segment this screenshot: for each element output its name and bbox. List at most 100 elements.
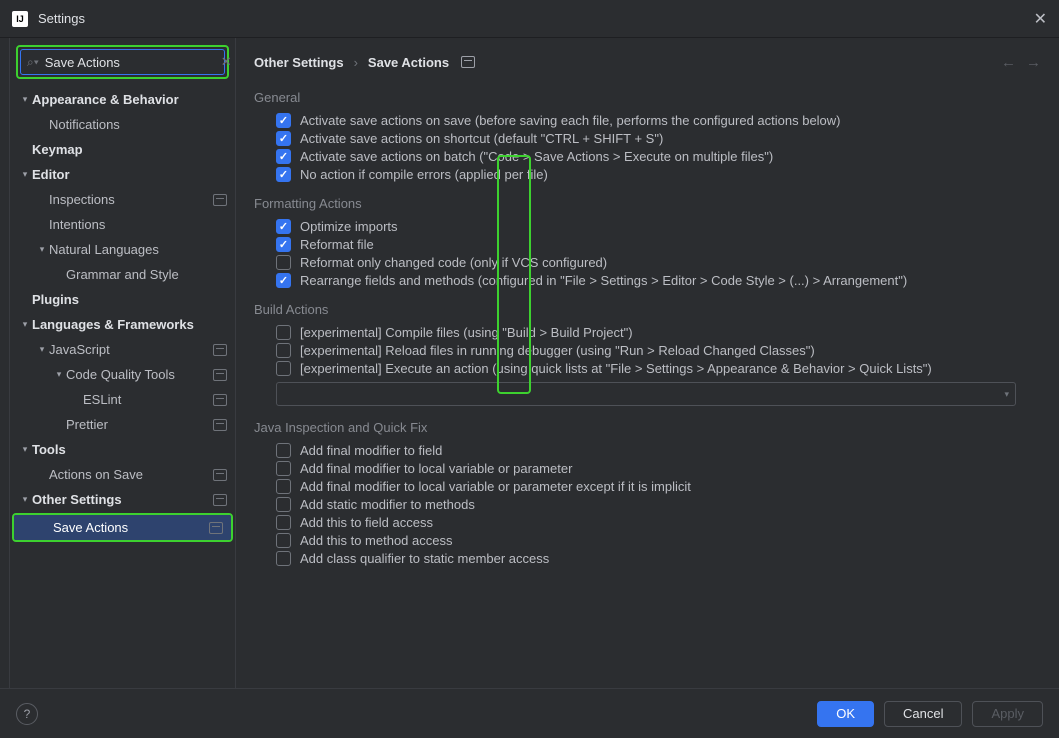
checkbox[interactable]	[276, 361, 291, 376]
checkbox[interactable]	[276, 497, 291, 512]
content-panel: Other Settings › Save Actions ← → Genera…	[236, 38, 1059, 688]
project-scope-icon	[209, 522, 223, 534]
tree-item[interactable]: ESLint	[10, 387, 235, 412]
option-row: Add this to field access	[254, 515, 1041, 530]
option-label: Add final modifier to local variable or …	[300, 479, 691, 494]
checkbox[interactable]	[276, 551, 291, 566]
tree-item-label: Save Actions	[53, 520, 205, 535]
help-button[interactable]: ?	[16, 703, 38, 725]
section-header: Build Actions	[254, 302, 1041, 317]
tree-item[interactable]: Save Actions	[14, 515, 231, 540]
tree-item[interactable]: Inspections	[10, 187, 235, 212]
tree-item[interactable]: Grammar and Style	[10, 262, 235, 287]
chevron-down-icon[interactable]: ▾	[18, 494, 32, 505]
breadcrumb-leaf: Save Actions	[368, 55, 449, 70]
option-label: Reformat file	[300, 237, 374, 252]
tree-item[interactable]: Prettier	[10, 412, 235, 437]
checkbox[interactable]	[276, 167, 291, 182]
checkbox[interactable]	[276, 443, 291, 458]
search-input[interactable]	[45, 55, 221, 70]
option-label: Add this to field access	[300, 515, 433, 530]
option-label: Add this to method access	[300, 533, 452, 548]
tree-item[interactable]: ▾Natural Languages	[10, 237, 235, 262]
tree-item[interactable]: ▾Tools	[10, 437, 235, 462]
tree-item[interactable]: Actions on Save	[10, 462, 235, 487]
settings-search[interactable]: ⌕▾ ✕	[20, 49, 225, 75]
cancel-button[interactable]: Cancel	[884, 701, 962, 727]
option-label: Add class qualifier to static member acc…	[300, 551, 549, 566]
option-label: Rearrange fields and methods (configured…	[300, 273, 907, 288]
sidebar: ⌕▾ ✕ ▾Appearance & BehaviorNotifications…	[10, 38, 236, 688]
breadcrumb-root[interactable]: Other Settings	[254, 55, 344, 70]
option-label: No action if compile errors (applied per…	[300, 167, 548, 182]
option-label: Activate save actions on shortcut (defau…	[300, 131, 663, 146]
project-scope-icon	[213, 369, 227, 381]
chevron-down-icon[interactable]: ▾	[18, 169, 32, 180]
clear-search-icon[interactable]: ✕	[221, 54, 232, 70]
tree-item[interactable]: Intentions	[10, 212, 235, 237]
checkbox[interactable]	[276, 219, 291, 234]
left-gutter	[0, 38, 10, 688]
tree-item[interactable]: Notifications	[10, 112, 235, 137]
checkbox[interactable]	[276, 131, 291, 146]
settings-tree: ▾Appearance & BehaviorNotifications Keyma…	[10, 85, 235, 688]
option-row: Optimize imports	[254, 219, 1041, 234]
window-title: Settings	[38, 11, 85, 26]
apply-button[interactable]: Apply	[972, 701, 1043, 727]
tree-item[interactable]: ▾Other Settings	[10, 487, 235, 512]
titlebar: IJ Settings ✕	[0, 0, 1059, 38]
search-icon: ⌕▾	[27, 55, 39, 70]
back-icon[interactable]: ←	[1001, 54, 1016, 71]
checkbox[interactable]	[276, 479, 291, 494]
forward-icon[interactable]: →	[1026, 54, 1041, 71]
chevron-down-icon[interactable]: ▾	[35, 344, 49, 355]
tree-item[interactable]: ▾Code Quality Tools	[10, 362, 235, 387]
tree-item-label: Prettier	[66, 417, 209, 432]
checkbox[interactable]	[276, 255, 291, 270]
checkbox[interactable]	[276, 113, 291, 128]
option-row: Activate save actions on save (before sa…	[254, 113, 1041, 128]
selected-highlight-box: Save Actions	[12, 513, 233, 542]
option-label: [experimental] Reload files in running d…	[300, 343, 815, 358]
checkbox[interactable]	[276, 461, 291, 476]
tree-item[interactable]: ▾JavaScript	[10, 337, 235, 362]
option-row: [experimental] Execute an action (using …	[254, 361, 1041, 376]
tree-item[interactable]: ▾Languages & Frameworks	[10, 312, 235, 337]
section-header: Formatting Actions	[254, 196, 1041, 211]
option-row: Activate save actions on batch ("Code > …	[254, 149, 1041, 164]
breadcrumb: Other Settings › Save Actions ← →	[236, 38, 1059, 86]
chevron-down-icon[interactable]: ▾	[35, 244, 49, 255]
checkbox[interactable]	[276, 237, 291, 252]
ok-button[interactable]: OK	[817, 701, 874, 727]
chevron-down-icon[interactable]: ▾	[18, 319, 32, 330]
tree-item[interactable]: ▾Appearance & Behavior	[10, 87, 235, 112]
chevron-down-icon[interactable]: ▾	[18, 94, 32, 105]
option-label: Add final modifier to local variable or …	[300, 461, 572, 476]
chevron-down-icon[interactable]: ▾	[18, 444, 32, 455]
checkbox[interactable]	[276, 515, 291, 530]
option-row: Add static modifier to methods	[254, 497, 1041, 512]
checkbox[interactable]	[276, 149, 291, 164]
chevron-down-icon[interactable]: ▾	[52, 369, 66, 380]
checkbox[interactable]	[276, 533, 291, 548]
project-scope-icon	[213, 394, 227, 406]
tree-item-label: Natural Languages	[49, 242, 227, 257]
option-label: [experimental] Execute an action (using …	[300, 361, 932, 376]
checkbox[interactable]	[276, 325, 291, 340]
option-label: Activate save actions on save (before sa…	[300, 113, 841, 128]
settings-scroll[interactable]: GeneralActivate save actions on save (be…	[236, 86, 1059, 688]
tree-item-label: Editor	[32, 167, 227, 182]
action-combobox[interactable]: ▾	[276, 382, 1016, 406]
project-scope-icon	[213, 344, 227, 356]
app-icon: IJ	[12, 11, 28, 27]
tree-item[interactable]: Plugins	[10, 287, 235, 312]
chevron-right-icon: ›	[354, 55, 358, 70]
tree-item[interactable]: ▾Editor	[10, 162, 235, 187]
tree-item-label: Inspections	[49, 192, 209, 207]
tree-item-label: Keymap	[32, 142, 227, 157]
tree-item[interactable]: Keymap	[10, 137, 235, 162]
project-scope-icon	[213, 469, 227, 481]
checkbox[interactable]	[276, 343, 291, 358]
close-icon[interactable]: ✕	[1034, 9, 1047, 29]
checkbox[interactable]	[276, 273, 291, 288]
